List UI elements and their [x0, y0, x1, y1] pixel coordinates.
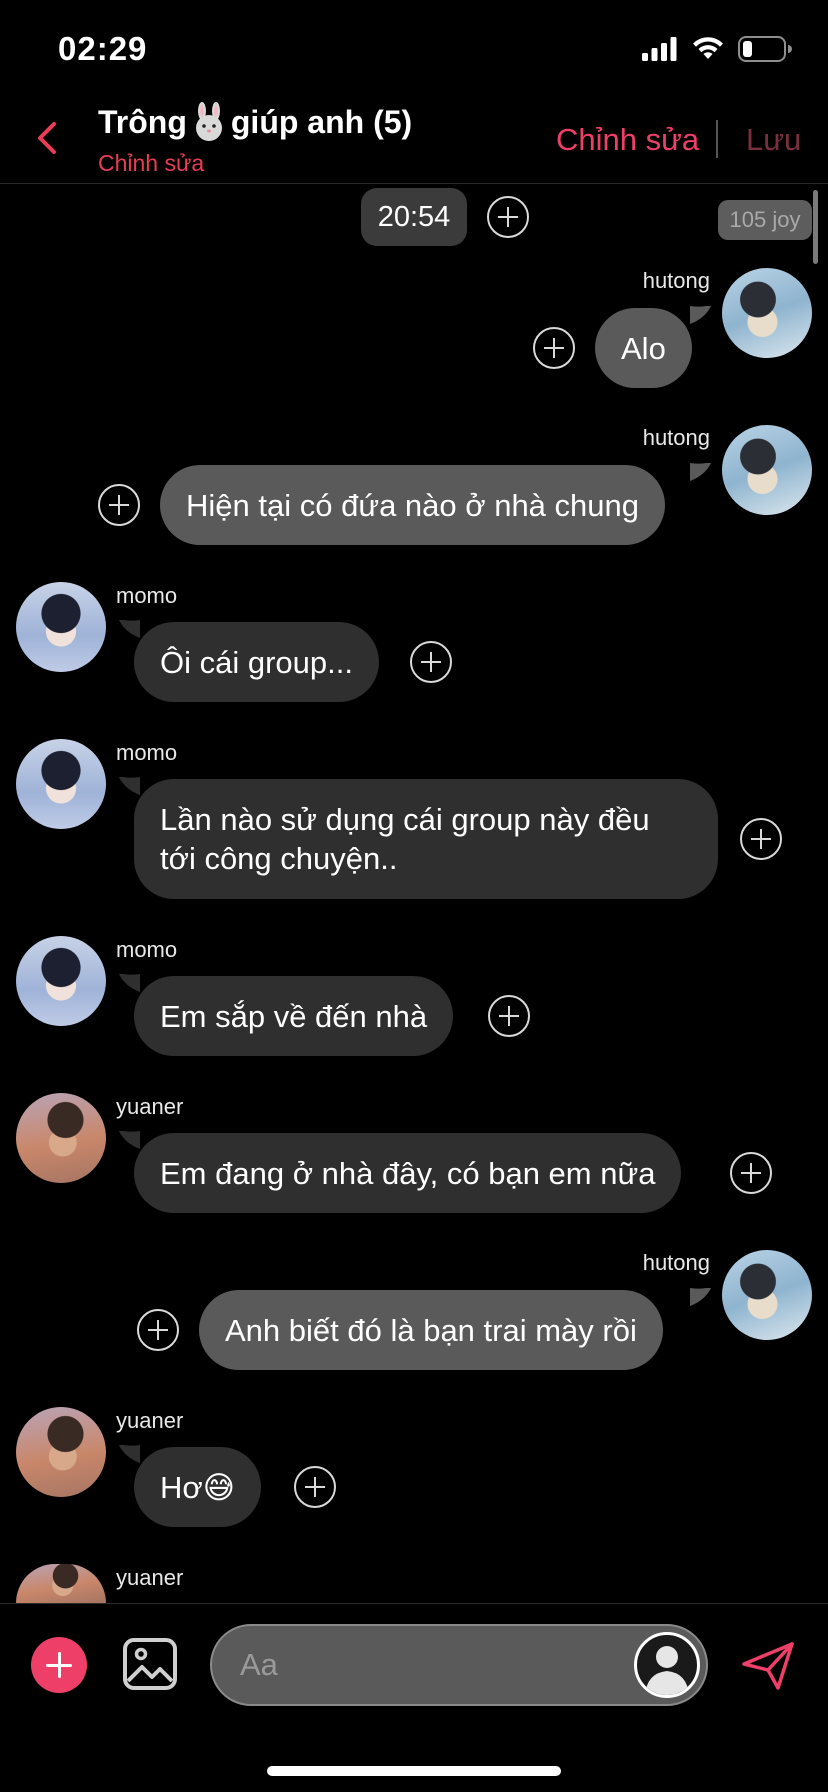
message-text: Em sắp về đến nhà [160, 998, 428, 1034]
avatar[interactable] [16, 1093, 106, 1183]
message-bubble[interactable]: Em đang ở nhà đây, có bạn em nữa [134, 1133, 682, 1213]
status-icons [642, 36, 792, 62]
sender-name: yuaner [116, 1408, 184, 1433]
message-bubble[interactable]: Em sắp về đến nhà [134, 976, 454, 1056]
bubble-tail [690, 1288, 712, 1306]
avatar[interactable] [16, 582, 106, 672]
chat-header: Trông giúp anh (5) Chỉnh sửa Chỉnh sửa L… [0, 96, 828, 184]
sender-name: yuaner [116, 1565, 184, 1590]
message-input-bar [0, 1603, 828, 1723]
bubble-tail [118, 777, 140, 795]
sender-name: momo [116, 740, 178, 765]
cellular-signal-icon [642, 37, 677, 61]
add-reaction-button[interactable] [533, 327, 575, 369]
avatar[interactable] [722, 268, 812, 358]
add-reaction-button[interactable] [410, 641, 452, 683]
chat-scrollbar[interactable] [813, 190, 818, 264]
message-text: Hơ [160, 1469, 203, 1505]
bubble-tail [118, 974, 140, 992]
message-bubble[interactable]: Hiện tại có đứa nào ở nhà chung [160, 465, 665, 545]
sender-name: hutong [642, 1250, 710, 1275]
message-bubble[interactable]: Lần nào sử dụng cái group này đều tới cô… [134, 779, 718, 899]
group-title: Trông giúp anh (5) [98, 102, 412, 142]
add-reaction-button[interactable] [98, 484, 140, 526]
avatar[interactable] [16, 1407, 106, 1497]
edit-button[interactable]: Chỉnh sửa [556, 122, 699, 158]
message-text-input[interactable] [240, 1626, 600, 1704]
sender-name: momo [116, 583, 178, 608]
timestamp-pill: 20:54 [361, 188, 467, 246]
message-text-line: Lần nào sử dụng cái group này đều [160, 802, 650, 837]
sender-name: yuaner [116, 1094, 184, 1119]
save-button[interactable]: Lưu [746, 122, 801, 158]
message-text: Anh biết đó là bạn trai mày rồi [225, 1312, 637, 1348]
add-attachment-button[interactable] [31, 1637, 87, 1693]
bubble-tail [690, 306, 712, 324]
sender-name: hutong [642, 268, 710, 293]
group-title-suffix: giúp anh (5) [230, 103, 413, 140]
bubble-tail [118, 620, 140, 638]
add-reaction-button[interactable] [294, 1466, 336, 1508]
back-chevron-icon[interactable] [28, 116, 68, 160]
header-divider [716, 120, 718, 158]
image-gallery-icon[interactable] [122, 1637, 178, 1691]
status-time: 02:29 [58, 30, 148, 67]
send-icon[interactable] [740, 1640, 796, 1692]
sender-name: hutong [642, 425, 710, 450]
home-indicator[interactable] [267, 1766, 561, 1776]
group-title-prefix: Trông [98, 103, 187, 140]
message-text: Em đang ở nhà đây, có bạn em nữa [160, 1155, 656, 1191]
add-reaction-button[interactable] [488, 995, 530, 1037]
wifi-icon [693, 37, 723, 59]
add-reaction-button[interactable] [487, 196, 529, 238]
avatar[interactable] [722, 1250, 812, 1340]
message-text: Ôi cái group... [160, 644, 353, 680]
avatar[interactable] [16, 936, 106, 1026]
status-bar: 02:29 [0, 0, 828, 96]
avatar[interactable] [722, 425, 812, 515]
bubble-tail [118, 1131, 140, 1149]
header-subtitle-edit-link[interactable]: Chỉnh sửa [98, 150, 204, 177]
message-bubble[interactable]: Alo [595, 308, 692, 388]
message-bubble[interactable]: Ôi cái group... [134, 622, 379, 702]
bubble-tail [690, 463, 712, 481]
add-reaction-button[interactable] [137, 1309, 179, 1351]
add-reaction-button[interactable] [740, 818, 782, 860]
message-bubble[interactable]: Anh biết đó là bạn trai mày rồi [199, 1290, 663, 1370]
message-text: Hiện tại có đứa nào ở nhà chung [186, 487, 639, 523]
message-text-line: tới công chuyện.. [160, 841, 398, 876]
avatar[interactable] [16, 739, 106, 829]
message-text: Alo [621, 330, 666, 366]
message-bubble[interactable]: Hơ 😅 [134, 1447, 262, 1527]
sweat-smile-emoji: 😅 [202, 1469, 236, 1505]
battery-icon [738, 36, 792, 62]
sender-name: momo [116, 937, 178, 962]
add-reaction-button[interactable] [730, 1152, 772, 1194]
joy-badge[interactable]: 105 joy [718, 200, 812, 240]
voice-profile-button[interactable] [634, 1632, 700, 1698]
bubble-tail [118, 1445, 140, 1463]
person-silhouette-icon [645, 1646, 689, 1695]
message-input-field[interactable] [210, 1624, 708, 1706]
rabbit-icon [195, 102, 222, 141]
